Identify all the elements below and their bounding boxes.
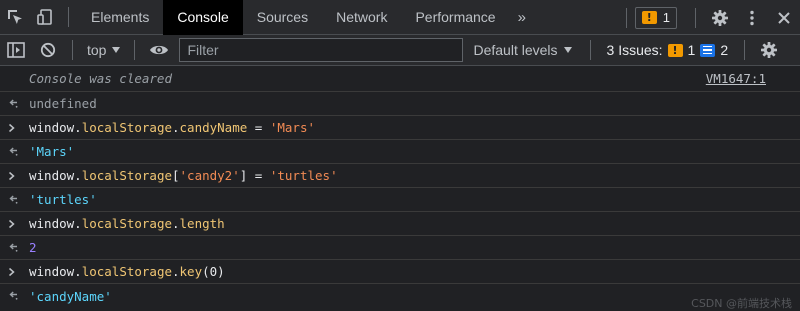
result-arrow-icon bbox=[8, 236, 18, 259]
dropdown-arrow-icon bbox=[112, 47, 121, 53]
code-string: 'Mars' bbox=[269, 120, 315, 135]
inspect-element-icon[interactable] bbox=[0, 0, 30, 35]
code-string: 'candy2' bbox=[179, 168, 240, 183]
input-row: window. localStorage. candyName = 'Mars' bbox=[0, 116, 800, 140]
divider bbox=[625, 7, 627, 28]
devtools-tabbar: Elements Console Sources Network Perform… bbox=[0, 0, 800, 35]
issues-badge-button[interactable]: ! 1 bbox=[634, 6, 677, 29]
clear-console-icon[interactable] bbox=[32, 35, 64, 66]
divider bbox=[68, 7, 69, 27]
result-value: undefined bbox=[29, 96, 97, 111]
log-levels-label: Default levels bbox=[473, 42, 558, 58]
issues-label: 3 Issues: bbox=[606, 42, 663, 58]
code-object: window. bbox=[29, 168, 82, 183]
code-object: window. bbox=[29, 264, 82, 279]
result-row: 'Mars' bbox=[0, 140, 800, 164]
prompt-chevron-icon bbox=[8, 212, 16, 235]
prompt-chevron-icon bbox=[8, 116, 16, 139]
tab-network[interactable]: Network bbox=[322, 0, 401, 35]
result-row: 'candyName' bbox=[0, 284, 800, 308]
result-value: 'candyName' bbox=[29, 288, 112, 304]
code-number: 0 bbox=[209, 264, 218, 279]
warning-icon: ! bbox=[641, 11, 657, 24]
warning-icon: ! bbox=[667, 43, 683, 57]
code-operator: ] = bbox=[239, 168, 270, 183]
result-row: 2 bbox=[0, 236, 800, 260]
info-icon bbox=[700, 43, 716, 57]
console-toolbar: top Default levels 3 Issues: ! 1 2 bbox=[0, 35, 800, 66]
gear-icon[interactable] bbox=[704, 0, 736, 35]
device-toolbar-icon[interactable] bbox=[30, 0, 60, 35]
prompt-chevron-icon bbox=[8, 164, 16, 187]
context-label: top bbox=[87, 42, 107, 58]
result-row: undefined bbox=[0, 92, 800, 116]
tab-elements[interactable]: Elements bbox=[77, 0, 163, 35]
input-row: window. localStorage. key(0) bbox=[0, 260, 800, 284]
code-object: window. bbox=[29, 120, 82, 135]
issues-counter-button[interactable]: 3 Issues: ! 1 2 bbox=[599, 38, 737, 62]
result-value: 'turtles' bbox=[29, 192, 97, 207]
sidebar-toggle-icon[interactable] bbox=[0, 35, 32, 66]
cleared-text: Console was cleared bbox=[29, 71, 172, 86]
code-punct: . bbox=[172, 264, 180, 279]
code-property: key bbox=[179, 264, 203, 279]
console-settings-gear-icon[interactable] bbox=[753, 35, 785, 66]
filter-input[interactable] bbox=[179, 38, 464, 62]
source-link[interactable]: VM1647:1 bbox=[706, 71, 766, 86]
divider bbox=[744, 40, 746, 60]
divider bbox=[589, 40, 591, 60]
result-arrow-icon bbox=[8, 284, 18, 308]
result-arrow-icon bbox=[8, 140, 18, 163]
close-icon[interactable] bbox=[768, 0, 800, 35]
console-cleared-message: Console was cleared VM1647:1 bbox=[0, 66, 800, 92]
code-property: localStorage bbox=[81, 168, 172, 183]
input-row: window. localStorage. length bbox=[0, 212, 800, 236]
result-row: 'turtles' bbox=[0, 188, 800, 212]
more-options-icon[interactable] bbox=[736, 0, 768, 35]
result-value: 'Mars' bbox=[29, 144, 75, 159]
code-property: localStorage bbox=[81, 264, 172, 279]
warning-count: 1 bbox=[687, 42, 696, 58]
eye-icon[interactable] bbox=[143, 35, 175, 66]
tab-sources[interactable]: Sources bbox=[243, 0, 322, 35]
code-property: candyName bbox=[179, 120, 248, 135]
code-property: localStorage bbox=[81, 216, 172, 231]
console-messages: Console was cleared VM1647:1 undefined w… bbox=[0, 66, 800, 311]
code-punct: . bbox=[172, 216, 180, 231]
watermark: CSDN @前端技术栈 bbox=[691, 297, 792, 310]
info-count: 2 bbox=[720, 42, 729, 58]
code-punct: ( bbox=[202, 264, 210, 279]
code-operator: = bbox=[247, 120, 270, 135]
result-value: 2 bbox=[29, 240, 37, 255]
dropdown-arrow-icon bbox=[563, 47, 572, 53]
code-punct: ) bbox=[217, 264, 225, 279]
issues-count: 1 bbox=[662, 10, 670, 25]
context-selector[interactable]: top bbox=[81, 42, 126, 58]
log-levels-dropdown[interactable]: Default levels bbox=[463, 42, 581, 58]
tab-console[interactable]: Console bbox=[163, 0, 243, 35]
result-arrow-icon bbox=[8, 92, 18, 115]
code-property: length bbox=[179, 216, 225, 231]
divider bbox=[695, 7, 696, 28]
result-arrow-icon bbox=[8, 188, 18, 211]
divider bbox=[72, 40, 73, 60]
code-punct: . bbox=[172, 120, 180, 135]
tab-performance[interactable]: Performance bbox=[401, 0, 509, 35]
code-property: localStorage bbox=[81, 120, 172, 135]
code-object: window. bbox=[29, 216, 82, 231]
code-string: 'turtles' bbox=[269, 168, 338, 183]
more-tabs-button[interactable]: » bbox=[510, 9, 534, 26]
input-row: window. localStorage['candy2'] = 'turtles… bbox=[0, 164, 800, 188]
divider bbox=[134, 40, 136, 60]
prompt-chevron-icon bbox=[8, 260, 16, 283]
code-punct: [ bbox=[172, 168, 180, 183]
